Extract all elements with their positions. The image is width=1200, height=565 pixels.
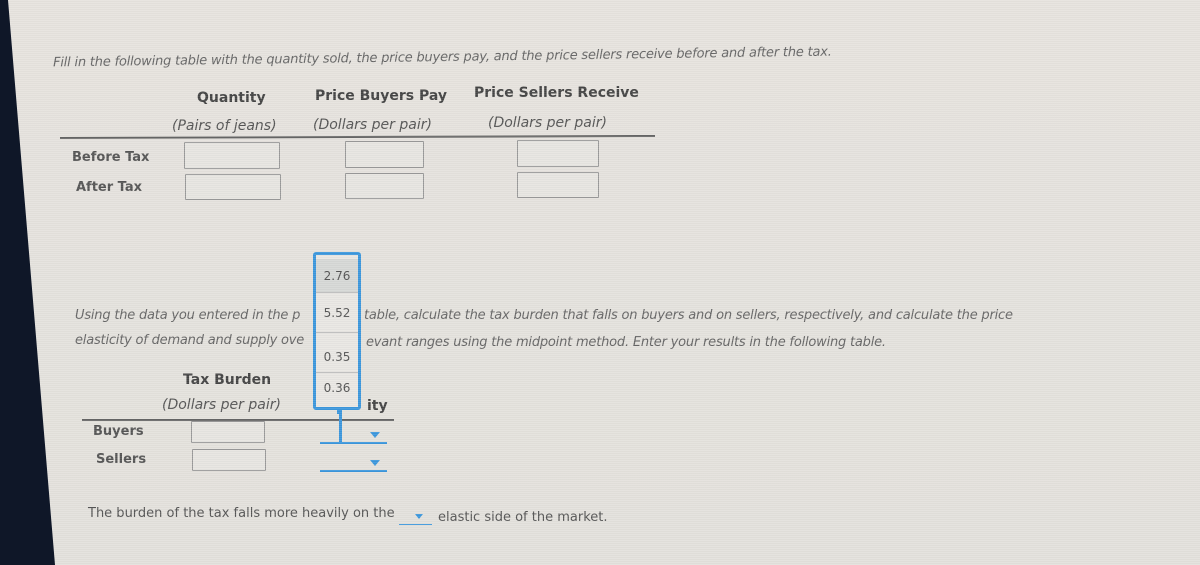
dropdown-options-popup: 2.76 5.52 0.35 0.36: [313, 252, 361, 410]
table2-instructions-line2-left: elasticity of demand and supply ove: [75, 333, 305, 348]
col-header-quantity: Quantity: [197, 90, 266, 106]
final-sentence-after: elastic side of the market.: [438, 510, 608, 525]
col-header-price-sellers-receive: Price Sellers Receive: [474, 85, 639, 101]
question-page: Fill in the following table with the qua…: [0, 0, 1200, 565]
col-header-tax-burden: Tax Burden: [183, 372, 272, 388]
table2-instructions-line1-right: table, calculate the tax burden that fal…: [364, 308, 1013, 323]
dropdown-underline: [320, 470, 387, 472]
table2-instructions-line2-right: evant ranges using the midpoint method. …: [366, 335, 886, 350]
chevron-down-icon: [370, 460, 380, 466]
dropdown-option[interactable]: 0.35: [316, 333, 358, 373]
col-sub-tax-burden: (Dollars per pair): [162, 397, 281, 413]
dropdown-option[interactable]: 0.36: [316, 373, 358, 407]
row-label-after-tax: After Tax: [76, 180, 143, 195]
before-tax-price-buyers-input[interactable]: [345, 141, 424, 168]
chevron-down-icon: [370, 432, 380, 438]
row-label-sellers: Sellers: [96, 452, 147, 467]
col-sub-price-sellers-receive: (Dollars per pair): [488, 115, 607, 131]
dropdown-underline: [320, 442, 387, 444]
col-sub-price-buyers-pay: (Dollars per pair): [313, 117, 432, 133]
sellers-tax-burden-input[interactable]: [192, 449, 266, 471]
dropdown-option[interactable]: 2.76: [316, 259, 358, 293]
chevron-down-icon: [415, 514, 423, 519]
table1-instructions: Fill in the following table with the qua…: [52, 44, 832, 71]
table1-header-rule: [59, 134, 656, 140]
buyers-tax-burden-input[interactable]: [191, 421, 265, 443]
after-tax-price-buyers-input[interactable]: [345, 173, 424, 199]
before-tax-quantity-input[interactable]: [184, 142, 280, 169]
before-tax-price-sellers-input[interactable]: [517, 140, 599, 167]
col-header-price-buyers-pay: Price Buyers Pay: [315, 88, 448, 104]
dropdown-underline: [399, 524, 432, 525]
col-header-elasticity-partial: ity: [367, 398, 388, 414]
after-tax-quantity-input[interactable]: [185, 174, 281, 200]
col-sub-quantity: (Pairs of jeans): [172, 118, 277, 134]
row-label-before-tax: Before Tax: [72, 150, 150, 165]
table2-instructions-line1-left: Using the data you entered in the p: [75, 308, 301, 323]
row-label-buyers: Buyers: [93, 424, 144, 439]
after-tax-price-sellers-input[interactable]: [517, 172, 599, 198]
text-cursor-icon: [339, 414, 342, 442]
dropdown-option[interactable]: 5.52: [316, 293, 358, 333]
final-sentence-before: The burden of the tax falls more heavily…: [88, 506, 395, 521]
